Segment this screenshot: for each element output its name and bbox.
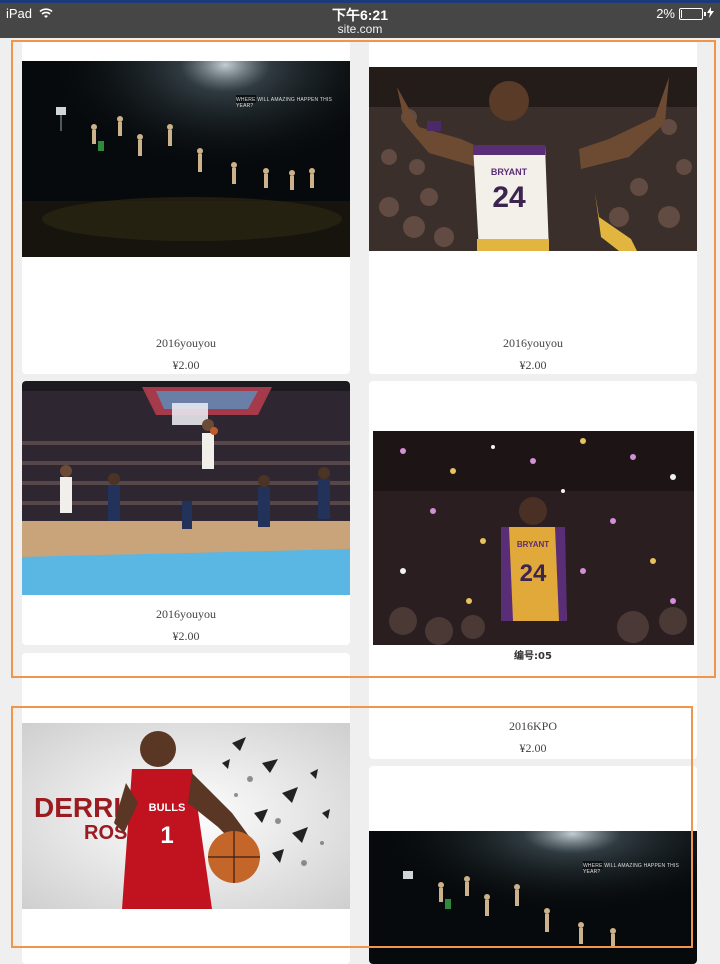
product-price: ¥2.00 <box>519 358 547 372</box>
product-image[interactable]: WHERE WILL AMAZING HAPPEN THIS YEAR? <box>22 61 350 257</box>
product-card[interactable]: BRYANT 24 2016youyou ¥2.00 <box>369 40 697 374</box>
battery-percent: 2% <box>656 6 675 21</box>
product-image[interactable] <box>22 381 350 595</box>
jersey-name: BRYANT <box>491 167 528 177</box>
product-image[interactable]: DERRICK ROSE BULLS 1 <box>22 723 350 909</box>
status-accent-line <box>0 0 720 3</box>
poster-tagline: WHERE WILL AMAZING HAPPEN THIS YEAR? <box>236 97 333 109</box>
jersey-number: 1 <box>160 822 173 849</box>
image-caption: 编号:05 <box>514 651 552 662</box>
product-card[interactable]: 2016youyou ¥2.00 <box>22 381 350 645</box>
jersey-number: 24 <box>492 181 526 214</box>
battery-indicator: 2% <box>656 6 714 21</box>
product-name: 2016youyou <box>503 336 563 350</box>
product-name: 2016KPO <box>508 719 557 733</box>
jersey-number: 24 <box>520 560 547 587</box>
product-image[interactable]: BRYANT 24 <box>373 431 694 645</box>
charging-icon <box>707 6 714 21</box>
jersey-team: BULLS <box>149 802 186 814</box>
product-price: ¥2.00 <box>519 741 547 755</box>
product-card[interactable]: BRYANT 24 编号:05 2016KPO ¥2.00 <box>369 381 697 759</box>
product-card[interactable]: WHERE WILL AMAZING HAPPEN THIS YEAR? 201… <box>22 40 350 374</box>
product-price: ¥2.00 <box>172 358 200 372</box>
address-bar[interactable]: site.com <box>0 22 720 36</box>
poster-tagline: WHERE WILL AMAZING HAPPEN THIS YEAR? <box>583 863 680 875</box>
status-bar: iPad 下午6:21 site.com 2% <box>0 0 720 38</box>
product-image[interactable]: BRYANT 24 <box>369 67 697 251</box>
product-card[interactable]: WHERE WILL AMAZING HAPPEN THIS YEAR? <box>369 766 697 964</box>
product-card[interactable]: DERRICK ROSE BULLS 1 <box>22 653 350 964</box>
battery-icon <box>679 7 706 20</box>
product-name: 2016youyou <box>156 607 216 621</box>
product-price: ¥2.00 <box>172 629 200 643</box>
product-image[interactable]: WHERE WILL AMAZING HAPPEN THIS YEAR? <box>369 831 697 964</box>
product-name: 2016youyou <box>156 336 216 350</box>
jersey-name: BRYANT <box>517 540 549 549</box>
